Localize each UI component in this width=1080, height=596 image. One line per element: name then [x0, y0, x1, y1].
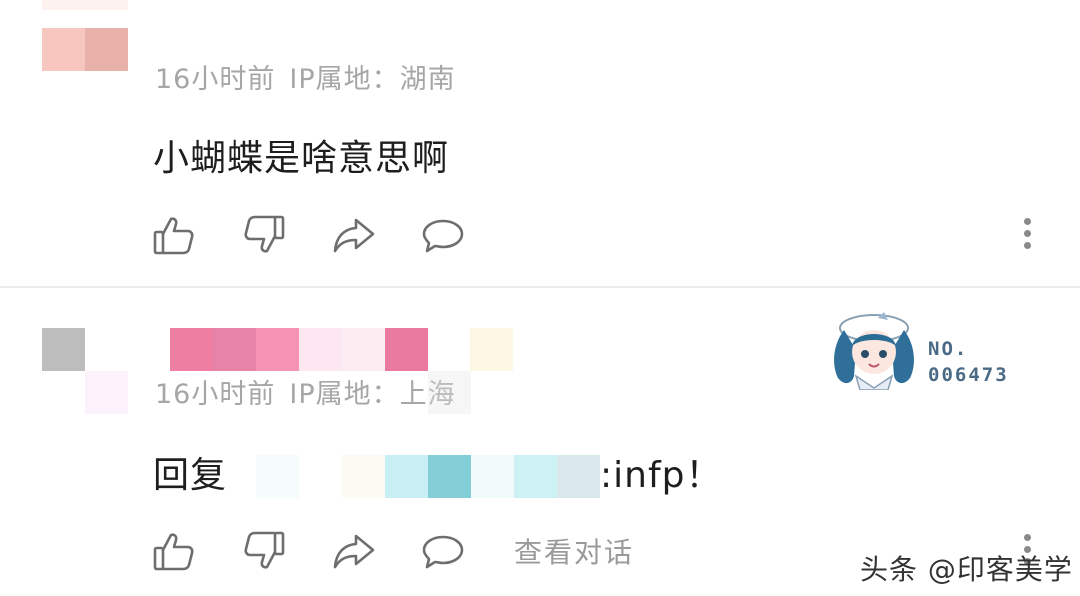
blurred-mention	[342, 455, 385, 498]
more-dot-icon	[1023, 242, 1031, 249]
blurred-username	[85, 28, 128, 71]
more-dot-icon	[1023, 218, 1031, 225]
blurred-mention	[428, 455, 471, 498]
blurred-username	[256, 328, 299, 371]
blurred-overlay	[428, 371, 471, 414]
comment-time: 16小时前	[155, 379, 276, 410]
blurred-mention	[471, 455, 514, 498]
ip-location: 湖南	[399, 64, 456, 95]
blurred-mention	[256, 455, 299, 498]
ip-label: IP属地：	[289, 64, 400, 95]
view-conversation-link[interactable]: 查看对话	[514, 531, 634, 571]
thumbs-down-icon	[244, 531, 285, 569]
share-arrow-icon	[333, 218, 375, 253]
reply-text: :infp！	[600, 455, 723, 496]
blurred-avatar	[42, 328, 85, 371]
thumbs-up-icon	[153, 217, 194, 255]
speech-bubble-icon	[422, 535, 464, 569]
comment-meta: 16小时前 IP属地：湖南	[155, 57, 456, 96]
blurred-username	[470, 328, 513, 371]
anime-avatar-icon	[834, 312, 914, 390]
comment-divider	[0, 286, 1080, 288]
ip-label: IP属地：	[289, 379, 400, 410]
more-options-button[interactable]	[1022, 218, 1032, 254]
dislike-button[interactable]	[242, 213, 286, 257]
share-button[interactable]	[332, 213, 376, 257]
fan-badge: NO. 006473	[822, 306, 1022, 390]
more-dot-icon	[1023, 534, 1031, 541]
comment-text: 小蝴蝶是啥意思啊	[153, 138, 450, 179]
blurred-mention	[557, 455, 600, 498]
speech-bubble-icon	[422, 219, 464, 253]
comment-button[interactable]	[421, 529, 465, 573]
blurred-username	[299, 328, 342, 371]
comment-meta: 16小时前 IP属地：上海	[155, 372, 456, 411]
blurred-username	[42, 0, 128, 10]
blurred-mention	[385, 455, 428, 498]
watermark: 头条 @印客美学	[860, 553, 1073, 586]
like-button[interactable]	[152, 213, 196, 257]
share-arrow-icon	[333, 534, 375, 569]
blurred-username	[342, 328, 385, 371]
blurred-username	[213, 328, 256, 371]
more-dot-icon	[1023, 230, 1031, 237]
comment-button[interactable]	[421, 213, 465, 257]
blurred-mention	[514, 455, 557, 498]
blurred-username	[170, 328, 213, 371]
share-button[interactable]	[332, 529, 376, 573]
thumbs-up-icon	[153, 533, 194, 571]
thumbs-down-icon	[244, 215, 285, 253]
blurred-username	[85, 371, 128, 414]
like-button[interactable]	[152, 529, 196, 573]
reply-prefix: 回复	[153, 455, 228, 496]
badge-number: 006473	[928, 364, 1009, 386]
badge-number-prefix: NO.	[928, 338, 969, 360]
blurred-username	[385, 328, 428, 371]
dislike-button[interactable]	[242, 529, 286, 573]
blurred-username	[42, 28, 85, 71]
comment-time: 16小时前	[155, 64, 276, 95]
